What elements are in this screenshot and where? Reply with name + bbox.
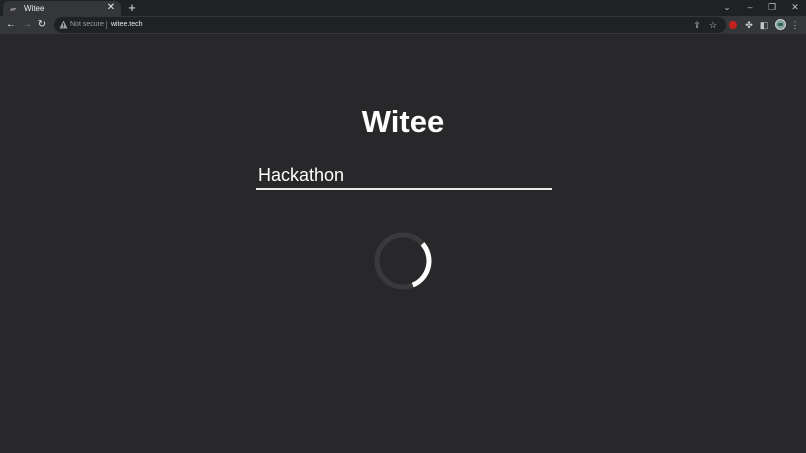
tab-search-icon[interactable]: ⌄	[720, 1, 734, 14]
forward-icon[interactable]: →	[20, 18, 34, 32]
share-icon[interactable]: ⇪	[692, 20, 702, 30]
bookmark-star-icon[interactable]: ☆	[708, 20, 718, 30]
back-icon[interactable]: ←	[4, 18, 18, 32]
url-text[interactable]: witee.tech	[111, 21, 143, 29]
page-content: Witee	[0, 34, 806, 453]
profile-avatar[interactable]	[775, 19, 786, 30]
close-window-icon[interactable]: ✕	[788, 1, 802, 14]
site-favicon-icon: 𝓌	[10, 4, 16, 13]
divider	[106, 21, 107, 29]
new-tab-icon[interactable]: +	[126, 1, 138, 14]
warning-icon[interactable]	[59, 20, 68, 29]
reload-icon[interactable]: ↻	[35, 18, 49, 32]
kebab-menu-icon[interactable]: ⋮	[790, 20, 800, 30]
security-label: Not secure	[70, 21, 104, 28]
side-panel-icon[interactable]: ◧	[759, 20, 769, 30]
extensions-puzzle-icon[interactable]: ✤	[744, 20, 754, 30]
restore-icon[interactable]: ❐	[765, 1, 779, 14]
close-tab-icon[interactable]: ✕	[105, 2, 117, 14]
address-bar[interactable]: Not secure witee.tech ⇪ ☆	[54, 17, 726, 33]
browser-toolbar: ← → ↻ Not secure witee.tech ⇪ ☆ ✤ ◧ ⋮	[0, 16, 806, 34]
extension-icon[interactable]	[729, 21, 737, 29]
search-input[interactable]	[256, 163, 552, 190]
browser-tab[interactable]: 𝓌 Witee ✕	[3, 1, 121, 16]
loading-spinner	[374, 232, 432, 290]
tab-title: Witee	[24, 4, 45, 13]
avatar-glasses-icon	[778, 23, 783, 26]
minimize-icon[interactable]: –	[743, 1, 757, 14]
page-title: Witee	[361, 104, 445, 139]
tab-strip: 𝓌 Witee ✕ + ⌄ – ❐ ✕	[0, 0, 806, 16]
